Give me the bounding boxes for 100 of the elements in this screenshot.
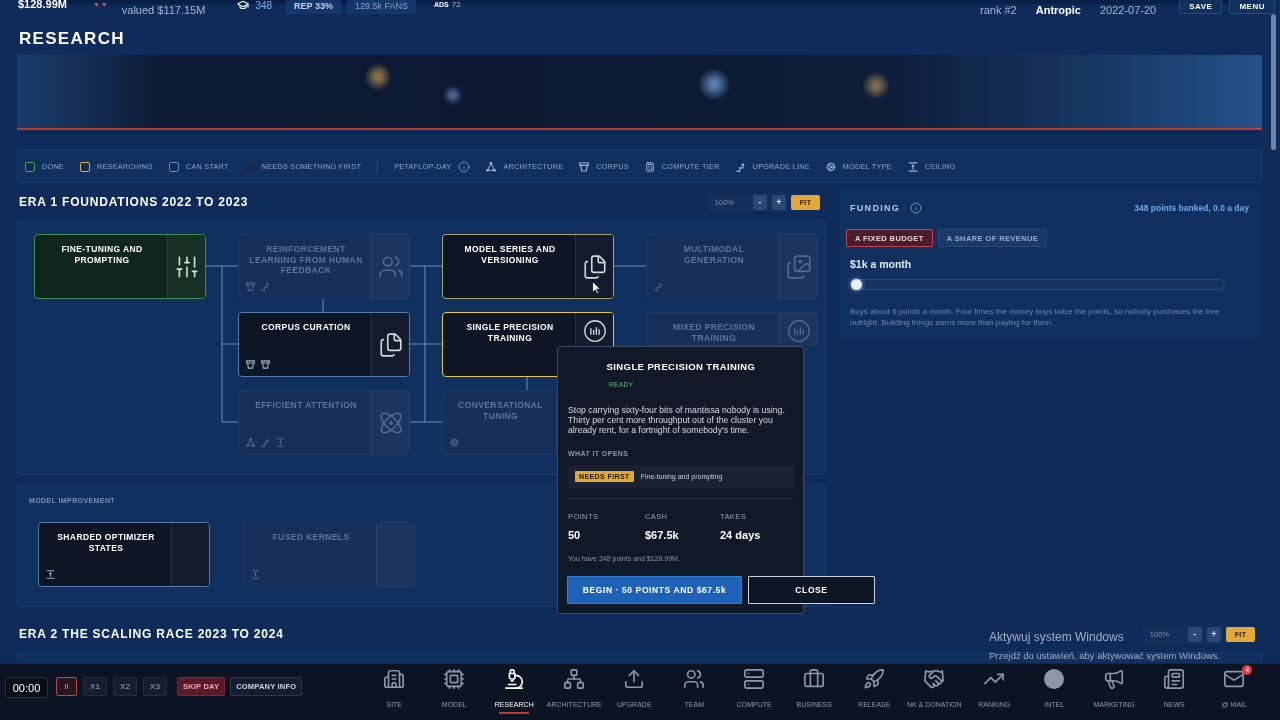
ceiling-arrow-icon — [907, 161, 918, 172]
rocket-icon — [863, 668, 886, 690]
node-title: MODEL SERIES AND VERSIONING — [463, 244, 557, 265]
graduation-cap-icon — [237, 0, 250, 11]
info-icon[interactable] — [458, 160, 471, 173]
speed-button[interactable]: X3 — [143, 677, 167, 696]
tech-node-card[interactable]: FINE-TUNING AND PROMPTING — [34, 234, 206, 299]
rank-text: rank #2 — [980, 4, 1017, 17]
era-heading: ERA 2 THE SCALING RACE 2023 TO 2024 — [19, 627, 284, 641]
upload-icon — [623, 668, 646, 690]
points-banked: 348 points banked, 0.0 a day — [1134, 203, 1249, 213]
triangle-nodes-icon — [486, 161, 497, 172]
company-name: Antropic — [1035, 4, 1081, 17]
chip-icon — [443, 668, 466, 690]
game-clock: 00:00 — [5, 677, 48, 698]
node-title: MIXED PRECISION TRAINING — [671, 322, 756, 343]
era-heading: ERA 1 FOUNDATIONS 2022 TO 2023 — [19, 195, 249, 209]
tray-icon — [261, 360, 270, 369]
connector-line — [322, 298, 324, 313]
step-arrow-icon — [735, 161, 746, 172]
node-title: MULTIMODAL GENERATION — [682, 244, 746, 265]
stat-value: 24 days — [720, 529, 761, 542]
icon-panel — [376, 523, 414, 586]
triangle-nodes-icon — [246, 438, 255, 447]
valuation-text: valued $117.15M — [121, 4, 206, 17]
fans-stat: 129.5k FANS — [346, 0, 416, 14]
save-button[interactable]: SAVE — [1179, 0, 1223, 14]
ads-value: 72 — [451, 0, 461, 10]
research-points: 348 — [255, 0, 273, 11]
node-title: SHARDED OPTIMIZER STATES — [56, 532, 156, 553]
people-icon — [377, 253, 404, 280]
tray-icon — [246, 282, 255, 291]
begin-button[interactable]: BEGIN · 50 POINTS AND $67.5k — [567, 576, 742, 604]
newspaper-icon — [1163, 668, 1186, 690]
speed-button[interactable]: X2 — [113, 677, 137, 696]
server-icon — [743, 668, 766, 690]
zoom-button[interactable]: - — [1188, 626, 1202, 642]
ceiling-arrow-icon — [251, 570, 260, 579]
speed-button[interactable]: X1 — [83, 677, 107, 696]
circle-bars-icon — [787, 320, 810, 342]
description-text: Stop carrying sixty-four bits of mantissa nobody is using. Thirty per cent more throughput out of the cluster you already rent, for a fortnight of somebody's time. — [568, 405, 786, 435]
step-arrow-icon — [654, 282, 663, 291]
node-title: REINFORCEMENT LEARNING FROM HUMAN FEEDBACK — [248, 244, 364, 276]
node-title: FUSED KERNELS — [272, 532, 350, 543]
page-title: RESEARCH — [19, 28, 125, 50]
stat-value: 50 — [568, 529, 581, 542]
step-arrow-icon — [261, 438, 270, 447]
node-title: EFFICIENT ATTENTION — [255, 400, 357, 411]
connector-line — [526, 376, 528, 391]
tray-icon — [579, 161, 590, 172]
node-title: FINE-TUNING AND PROMPTING — [60, 244, 144, 265]
cursor-icon — [592, 281, 601, 294]
people-icon — [683, 668, 706, 690]
step-arrow-icon — [261, 282, 270, 291]
images-icon — [785, 253, 812, 280]
zoom-button[interactable]: + — [772, 194, 786, 210]
cash-balance: $128.99M — [18, 0, 67, 10]
scrollbar-thumb[interactable] — [1271, 14, 1276, 150]
funding-title: FUNDING — [850, 203, 901, 213]
slider-thumb[interactable] — [851, 279, 862, 290]
connector-line — [613, 265, 647, 267]
slider-track[interactable] — [850, 279, 1225, 290]
activation-notice-title: Aktywuj system Windows — [989, 630, 1124, 644]
ceiling-arrow-icon — [46, 570, 55, 579]
node-title: CONVERSATIONAL TUNING — [457, 400, 544, 421]
calculator-icon — [644, 161, 655, 172]
circle-icon — [1044, 669, 1065, 689]
stat-value: $67.5k — [645, 529, 679, 542]
circle-bars-icon — [583, 320, 606, 342]
pause-button[interactable]: II — [56, 677, 77, 696]
megaphone-icon — [1103, 668, 1126, 690]
ceiling-arrow-icon — [276, 438, 285, 447]
briefcase-icon — [803, 668, 826, 690]
hierarchy-icon — [563, 668, 586, 690]
gear-icon — [825, 161, 836, 172]
tray-icon — [246, 360, 255, 369]
funding-description: Buys about 6 points a month. Four times the money buys twice the points, so nobody purchases the tree outright. Building things earns more than paying for them. — [850, 307, 1221, 328]
info-icon[interactable] — [910, 202, 923, 214]
menu-button[interactable]: MENU — [1229, 0, 1275, 14]
zoom-button[interactable]: - — [753, 194, 767, 210]
tech-node-card[interactable]: CORPUS CURATION — [238, 312, 410, 377]
game-date: 2022-07-20 — [1099, 4, 1157, 17]
mail-icon — [1223, 668, 1246, 690]
tech-node-card[interactable]: MODEL SERIES AND VERSIONING — [442, 234, 614, 299]
building-icon — [383, 668, 406, 690]
atom-icon — [377, 409, 404, 436]
tech-node-card[interactable]: SHARDED OPTIMIZER STATES — [38, 522, 210, 587]
zoom-button[interactable]: + — [1207, 626, 1221, 642]
gear-icon — [450, 438, 459, 447]
activation-notice-text: Przejdź do ustawień, aby aktywować system Windows. — [989, 650, 1221, 661]
funding-amount: $1k a month — [850, 258, 912, 270]
node-title: SINGLE PRECISION TRAINING — [465, 322, 555, 343]
reputation-stat: REP 33% — [286, 0, 341, 14]
close-button[interactable]: CLOSE — [748, 576, 875, 604]
node-title: CORPUS CURATION — [261, 322, 351, 333]
documents-icon — [377, 331, 404, 358]
documents-icon — [581, 253, 608, 280]
microscope-icon — [503, 668, 526, 690]
handshake-icon — [923, 668, 946, 690]
icon-panel — [171, 523, 209, 586]
